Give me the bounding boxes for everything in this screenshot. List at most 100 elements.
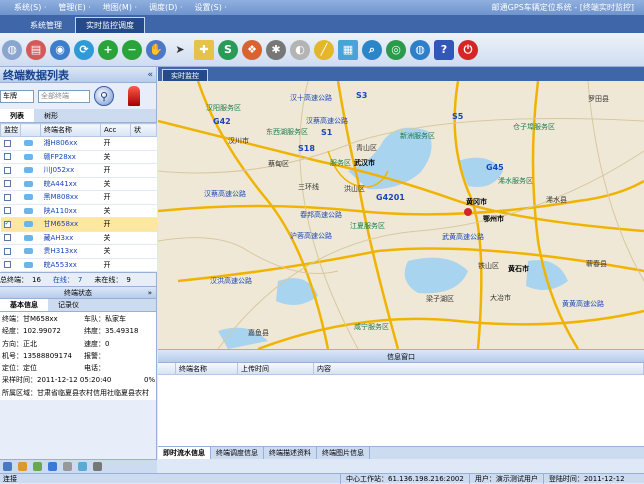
zoom-out-icon[interactable]: − — [122, 39, 142, 60]
vehicle-icon — [20, 231, 41, 245]
tab-basic-info[interactable]: 基本信息 — [0, 299, 48, 311]
col-monitor[interactable]: 监控 — [0, 123, 21, 137]
search-icon[interactable]: ⚲ — [94, 86, 114, 106]
row-checkbox[interactable] — [0, 258, 21, 272]
map-label: 沪蓉高速公路 — [290, 232, 332, 240]
row-terminal-name: 贵H313xx — [40, 244, 101, 259]
info-col-terminal[interactable]: 终端名称 — [176, 363, 238, 374]
info-col-time[interactable]: 上传时间 — [238, 363, 314, 374]
row-status — [130, 204, 157, 218]
terminal-select[interactable]: 全部终端 — [38, 89, 90, 103]
row-checkbox[interactable] — [0, 177, 21, 191]
col-acc[interactable]: Acc — [100, 123, 131, 137]
tab-tree[interactable]: 树形 — [34, 109, 68, 122]
row-checkbox[interactable] — [0, 150, 21, 164]
row-acc: 开 — [100, 217, 131, 232]
menu-manage[interactable]: 管理(E) · — [52, 2, 96, 13]
table-row[interactable]: 甘M658xx开 — [0, 217, 157, 232]
row-acc: 开 — [100, 163, 131, 178]
tab-dispatch-info[interactable]: 终端调度信息 — [211, 447, 264, 459]
grid-icon[interactable] — [63, 462, 72, 471]
table-row[interactable]: 赣FP28xx 关 — [0, 150, 157, 164]
collapse-status-icon[interactable]: » — [148, 287, 152, 299]
col-status[interactable]: 状 — [130, 123, 157, 137]
earth-icon[interactable]: ◍ — [410, 39, 430, 60]
panel-title: 终端数据列表 — [3, 68, 69, 82]
row-checkbox[interactable] — [0, 163, 21, 178]
menu-dispatch[interactable]: 调度(D) · — [143, 2, 189, 13]
globe-icon[interactable]: ◍ — [2, 39, 22, 60]
table-row[interactable]: 贵H313xx 关 — [0, 244, 157, 259]
tab-recorder[interactable]: 记录仪 — [48, 299, 89, 311]
row-checkbox[interactable] — [0, 136, 21, 151]
tab-terminal-images[interactable]: 终端图片信息 — [317, 447, 370, 459]
table-row[interactable]: 川J052xx 开 — [0, 163, 157, 178]
list-icon[interactable] — [93, 462, 102, 471]
tab-terminal-description[interactable]: 终端描述资料 — [264, 447, 317, 459]
row-checkbox[interactable] — [0, 231, 21, 245]
measure-icon[interactable]: ╱ — [314, 39, 334, 60]
map-label: 春邦高速公路 — [300, 211, 342, 219]
shield-icon[interactable]: ? — [434, 39, 454, 60]
table-row[interactable]: 黑M808xx 开 — [0, 190, 157, 205]
filter-type-select[interactable]: 车牌 — [0, 89, 34, 103]
search-map-icon[interactable]: ⌕ — [362, 39, 382, 60]
terminal-count-row: 总终端： 16 在线： 7 未在线： 9 — [0, 272, 156, 286]
hand-icon[interactable]: ✋ — [146, 39, 166, 60]
tab-realtime-log[interactable]: 即时流水信息 — [158, 447, 211, 459]
map-label: 黄冈市 — [466, 198, 487, 206]
table-row[interactable]: 皖A441xx 关 — [0, 177, 157, 191]
collapse-icon[interactable]: « — [147, 70, 153, 80]
tool-icon[interactable]: ✱ — [266, 39, 286, 60]
detail-row: 方向：正北 速度：0 — [2, 338, 154, 350]
map-label: 新洲服务区 — [400, 132, 435, 140]
total-count: 16 — [32, 275, 41, 284]
row-status — [130, 177, 157, 191]
table-row[interactable]: 湘H806xx 开 — [0, 136, 157, 151]
row-checkbox[interactable] — [0, 190, 21, 205]
menu-settings[interactable]: 设置(S) · — [189, 2, 233, 13]
map-icon[interactable]: ◉ — [50, 39, 70, 60]
edit-icon[interactable] — [33, 462, 42, 471]
tab-realtime-monitor[interactable]: 实时监控调度 — [75, 17, 145, 33]
table-row[interactable]: 藏AH3xx 关 — [0, 231, 157, 245]
menu-system[interactable]: 系统(S) · — [8, 2, 52, 13]
filter-icon[interactable] — [18, 462, 27, 471]
map-label: 服务区 — [330, 159, 351, 167]
row-acc: 关 — [100, 204, 131, 218]
refresh-icon[interactable]: ⟳ — [74, 39, 94, 60]
menu-map[interactable]: 地图(M) · — [97, 2, 143, 13]
map-label: 汉川市 — [228, 137, 249, 145]
layers-icon[interactable]: ❖ — [242, 39, 262, 60]
power-icon[interactable]: ⏻ — [458, 39, 478, 60]
vehicle-icon — [20, 190, 41, 205]
settings-icon[interactable]: S — [218, 39, 238, 60]
row-checkbox[interactable] — [0, 217, 21, 232]
tab-system-management[interactable]: 系统管理 — [20, 17, 72, 33]
chart-icon[interactable] — [48, 462, 57, 471]
car-icon[interactable] — [3, 462, 12, 471]
add-point-icon[interactable]: ✚ — [194, 39, 214, 60]
map-view[interactable]: 汉阳服务区 汉十高速公路 S3 G42 汉蔡高速公路 S5 罗田县 仓子埠服务区 汉川市 东西湖服… — [158, 81, 644, 349]
map-label: 梁子湖区 — [426, 295, 454, 303]
detail-row: 定位：定位 电话： — [2, 362, 154, 374]
dashboard-icon[interactable]: ◐ — [290, 39, 310, 60]
image-icon[interactable] — [78, 462, 87, 471]
car-list-icon[interactable]: ▤ — [26, 39, 46, 60]
row-checkbox[interactable] — [0, 244, 21, 259]
info-col-content[interactable]: 内容 — [314, 363, 644, 374]
alarm-light-icon[interactable] — [128, 86, 140, 106]
col-terminal-name[interactable]: 终端名称 — [40, 123, 101, 137]
pointer-icon[interactable]: ➤ — [170, 40, 190, 60]
col-icon — [20, 123, 41, 137]
tab-realtime-map[interactable]: 实时监控 — [162, 69, 208, 81]
row-terminal-name: 黑M808xx — [40, 190, 101, 205]
table-row[interactable]: 陕A110xx 关 — [0, 204, 157, 218]
tab-list[interactable]: 列表 — [0, 109, 34, 122]
grid-icon[interactable]: ▦ — [338, 39, 358, 60]
world-icon[interactable]: ◎ — [386, 39, 406, 60]
table-row[interactable]: 皖A553xx 开 — [0, 258, 157, 272]
zoom-in-icon[interactable]: + — [98, 39, 118, 60]
info-col-select[interactable] — [158, 363, 176, 374]
row-checkbox[interactable] — [0, 204, 21, 218]
